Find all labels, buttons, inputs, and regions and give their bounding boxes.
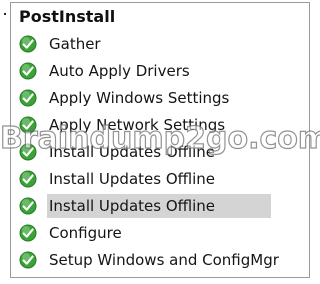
step-label: Install Updates Offline: [47, 193, 271, 218]
bullet-dot: [4, 13, 6, 15]
check-circle-icon: [19, 89, 37, 106]
check-circle-icon: [19, 62, 37, 79]
check-circle-icon: [19, 35, 37, 52]
step-item[interactable]: Apply Windows Settings: [19, 84, 305, 111]
step-item[interactable]: Configure: [19, 219, 305, 246]
check-circle-icon: [19, 251, 37, 268]
group-title-postinstall[interactable]: PostInstall: [19, 6, 115, 28]
task-sequence-tree: PostInstall Gather Auto Apply Drivers Ap…: [10, 2, 310, 278]
step-item-selected[interactable]: Install Updates Offline: [19, 192, 305, 219]
step-label: Configure: [49, 223, 122, 242]
check-circle-icon: [19, 224, 37, 241]
step-item[interactable]: Apply Network Settings: [19, 111, 305, 138]
step-item[interactable]: Auto Apply Drivers: [19, 57, 305, 84]
step-label: Install Updates Offline: [49, 142, 216, 161]
check-circle-icon: [19, 143, 37, 160]
step-label: Setup Windows and ConfigMgr: [49, 250, 279, 269]
step-item[interactable]: Setup Windows and ConfigMgr: [19, 246, 305, 273]
step-item[interactable]: Install Updates Offline: [19, 138, 305, 165]
step-label: Gather: [49, 34, 101, 53]
step-item[interactable]: Gather: [19, 30, 305, 57]
check-circle-icon: [19, 116, 37, 133]
step-label: Apply Windows Settings: [49, 88, 230, 107]
step-label: Auto Apply Drivers: [49, 61, 190, 80]
check-circle-icon: [19, 170, 37, 187]
step-item[interactable]: Install Updates Offline: [19, 165, 305, 192]
step-label: Install Updates Offline: [49, 169, 216, 188]
step-label: Apply Network Settings: [49, 115, 226, 134]
check-circle-icon: [19, 197, 37, 214]
step-list: Gather Auto Apply Drivers Apply Windows …: [19, 30, 305, 273]
